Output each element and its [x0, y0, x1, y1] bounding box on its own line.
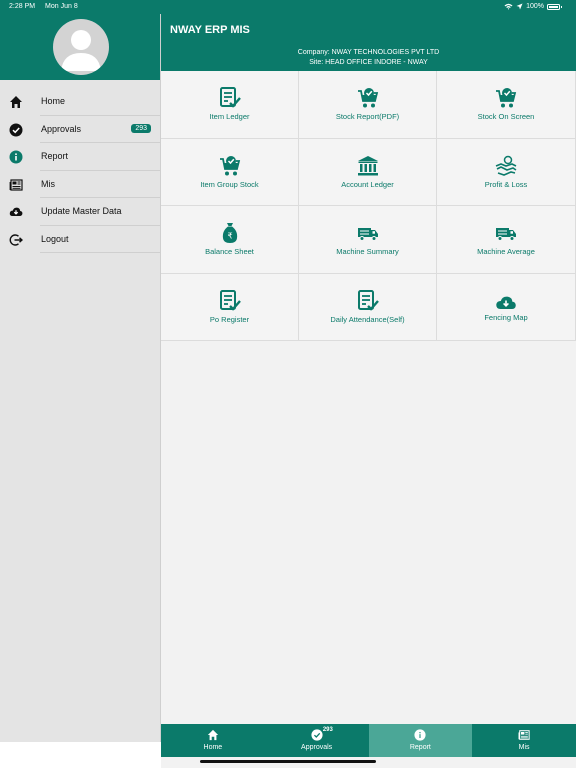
tile-label: Po Register — [209, 314, 250, 324]
company-info: Company: NWAY TECHNOLOGIES PVT LTD Site:… — [161, 48, 576, 68]
sidebar-item-label: Home — [41, 96, 66, 106]
sidebar-item-home[interactable]: Home — [0, 88, 160, 116]
tile-label: Stock On Screen — [477, 112, 535, 121]
sidebar-item-approvals[interactable]: Approvals 293 — [0, 116, 160, 144]
drawer-footer — [0, 742, 161, 768]
newspaper-icon — [518, 730, 530, 740]
avatar[interactable] — [53, 19, 109, 75]
tile-label: Machine Average — [477, 247, 535, 256]
tab-mis[interactable]: Mis — [472, 724, 576, 757]
money-bag-icon: ₹ — [222, 223, 237, 243]
home-icon — [10, 96, 22, 108]
tab-approvals[interactable]: 293 Approvals — [265, 724, 369, 757]
tile-label: Machine Summary — [336, 247, 399, 256]
handshake-icon — [495, 155, 517, 176]
tab-report[interactable]: Report — [368, 724, 473, 757]
logout-icon — [9, 233, 23, 246]
company-name: Company: NWAY TECHNOLOGIES PVT LTD — [297, 49, 440, 56]
tile-label: Balance Sheet — [205, 247, 254, 256]
location-arrow-icon — [516, 3, 523, 10]
tab-label: Approvals — [301, 744, 333, 751]
tile-item-ledger[interactable]: Item Ledger — [161, 71, 299, 139]
main-content: NWAY ERP MIS Company: NWAY TECHNOLOGIES … — [161, 14, 576, 768]
tile-label: Item Group Stock — [200, 179, 259, 189]
checklist-icon — [219, 87, 241, 108]
tile-balance-sheet[interactable]: ₹ Balance Sheet — [161, 206, 299, 274]
drawer-menu: Home Approvals 293 Report Mis Update Mas… — [0, 88, 160, 253]
status-bar: 2:28 PM Mon Jun 8 100% — [0, 0, 576, 14]
check-circle-icon — [311, 729, 323, 741]
sidebar-item-logout[interactable]: Logout — [0, 226, 160, 254]
check-circle-icon — [9, 123, 23, 136]
sidebar-item-label: Mis — [41, 178, 55, 189]
tile-stock-report-pdf[interactable]: Stock Report(PDF) — [299, 71, 437, 139]
tile-daily-attendance-self[interactable]: Daily Attendance(Self) — [299, 273, 437, 341]
sidebar-item-label: Approvals — [41, 123, 82, 134]
tile-machine-summary[interactable]: Machine Summary — [299, 206, 437, 274]
cloud-download-icon — [9, 207, 23, 216]
bank-icon — [357, 155, 378, 175]
bottom-tab-bar: Home 293 Approvals Report Mis — [161, 724, 576, 757]
sidebar-item-label: Update Master Data — [41, 206, 122, 216]
tab-label: Report — [409, 744, 431, 751]
cart-check-icon — [357, 88, 378, 108]
tile-po-register[interactable]: Po Register — [161, 273, 299, 341]
report-grid: Item Ledger Stock Report(PDF) Stock On S… — [161, 71, 576, 341]
status-date: Mon Jun 8 — [45, 3, 78, 10]
tile-label: Stock Report(PDF) — [335, 112, 400, 121]
cart-check-icon — [496, 88, 517, 108]
tile-label: Fencing Map — [484, 312, 528, 322]
newspaper-icon — [9, 178, 23, 191]
tile-account-ledger[interactable]: Account Ledger — [299, 138, 437, 206]
sidebar-item-update-master-data[interactable]: Update Master Data — [0, 198, 160, 226]
tile-fencing-map[interactable]: Fencing Map — [437, 273, 576, 341]
app-header: NWAY ERP MIS Company: NWAY TECHNOLOGIES … — [161, 14, 576, 71]
battery-icon — [547, 3, 562, 10]
tile-profit-loss[interactable]: Profit & Loss — [437, 138, 576, 206]
info-icon — [414, 729, 426, 741]
tile-label: Daily Attendance(Self) — [330, 314, 405, 324]
tile-label: Account Ledger — [341, 179, 394, 189]
drawer-header — [0, 14, 160, 80]
battery-percentage: 100% — [526, 3, 544, 10]
wifi-icon — [504, 3, 513, 10]
tile-item-group-stock[interactable]: Item Group Stock — [161, 138, 299, 206]
tile-label: Item Ledger — [209, 112, 250, 121]
tab-home[interactable]: Home — [161, 724, 265, 757]
tab-label: Mis — [518, 744, 530, 751]
status-time: 2:28 PM — [9, 3, 36, 10]
approvals-count-badge: 293 — [131, 123, 151, 133]
svg-text:₹: ₹ — [227, 232, 232, 241]
page-title: NWAY ERP MIS — [170, 24, 250, 36]
user-icon — [61, 30, 101, 71]
battery-level — [549, 5, 558, 8]
sidebar-item-report[interactable]: Report — [0, 143, 160, 171]
sidebar-item-mis[interactable]: Mis — [0, 171, 160, 199]
checklist-icon — [357, 289, 379, 311]
tab-label: Home — [203, 744, 223, 751]
cart-check-icon — [219, 155, 240, 175]
home-indicator[interactable] — [200, 760, 376, 763]
approvals-count-badge: 293 — [322, 727, 333, 733]
tile-label: Profit & Loss — [484, 179, 528, 189]
info-icon — [9, 150, 23, 164]
tile-stock-on-screen[interactable]: Stock On Screen — [437, 71, 576, 139]
truck-icon — [357, 228, 378, 241]
home-icon — [207, 729, 219, 741]
navigation-drawer: Home Approvals 293 Report Mis Update Mas… — [0, 14, 161, 768]
tile-machine-average[interactable]: Machine Average — [437, 206, 576, 274]
site-name: Site: HEAD OFFICE INDORE - NWAY — [309, 59, 428, 66]
truck-icon — [496, 228, 516, 241]
checklist-icon — [219, 289, 241, 311]
cloud-download-icon — [496, 296, 516, 309]
sidebar-item-label: Logout — [41, 233, 69, 244]
sidebar-item-label: Report — [41, 151, 69, 161]
